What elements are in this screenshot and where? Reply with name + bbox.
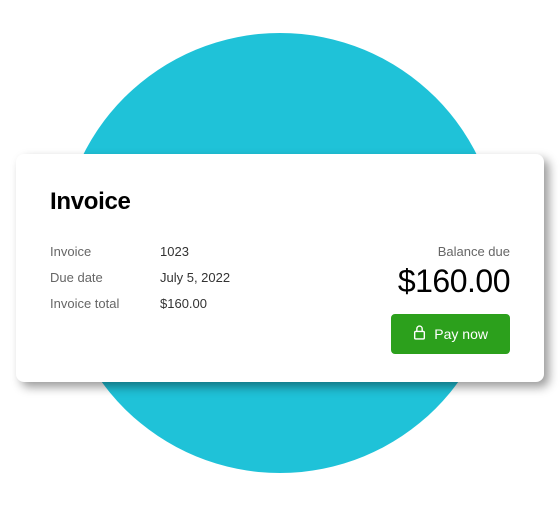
invoice-details: Invoice 1023 Due date July 5, 2022 Invoi… — [50, 244, 230, 311]
invoice-number-value: 1023 — [160, 244, 230, 259]
page-title: Invoice — [50, 188, 510, 216]
lock-icon — [413, 325, 426, 343]
invoice-total-label: Invoice total — [50, 296, 150, 311]
due-date-label: Due date — [50, 270, 150, 285]
pay-now-button[interactable]: Pay now — [391, 314, 510, 354]
pay-now-label: Pay now — [434, 326, 488, 342]
invoice-card: Invoice Invoice 1023 Due date July 5, 20… — [16, 154, 544, 382]
balance-due-label: Balance due — [438, 244, 510, 259]
balance-due-amount: $160.00 — [398, 263, 510, 300]
due-date-value: July 5, 2022 — [160, 270, 230, 285]
invoice-total-value: $160.00 — [160, 296, 230, 311]
invoice-number-label: Invoice — [50, 244, 150, 259]
invoice-content: Invoice 1023 Due date July 5, 2022 Invoi… — [50, 244, 510, 354]
balance-section: Balance due $160.00 Pay now — [391, 244, 510, 354]
